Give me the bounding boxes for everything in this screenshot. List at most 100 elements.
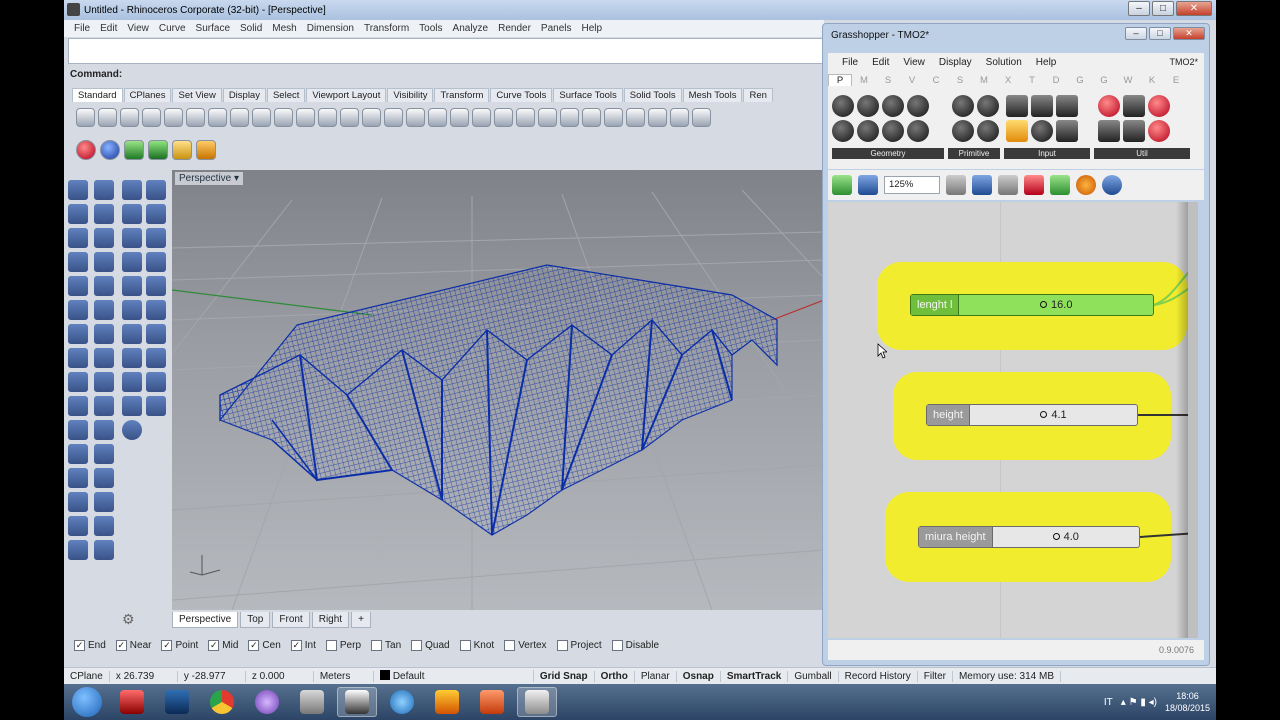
osnap-checkbox[interactable]: ✓ <box>161 639 173 651</box>
rectangle-icon[interactable] <box>94 252 114 272</box>
grid-array-icon[interactable] <box>68 516 88 536</box>
toggle-filter[interactable]: Filter <box>918 670 953 682</box>
gh-tab-6[interactable]: M <box>972 75 996 86</box>
bake-icon[interactable] <box>1024 175 1044 195</box>
panel-icon[interactable] <box>1006 95 1028 117</box>
shaded-preview-icon[interactable] <box>1076 175 1096 195</box>
lock-icon[interactable] <box>560 107 579 127</box>
toggle-icon[interactable] <box>1031 95 1053 117</box>
green-cube-icon[interactable] <box>148 140 168 160</box>
status-cplane[interactable]: CPlane <box>64 670 110 682</box>
toggle-gumball[interactable]: Gumball <box>788 670 839 682</box>
palette-label-primitive[interactable]: Primitive <box>948 148 1000 159</box>
environment-icon[interactable] <box>122 348 142 368</box>
menu-tools[interactable]: Tools <box>419 23 442 34</box>
import-icon[interactable] <box>164 107 183 127</box>
taskbar-chrome[interactable] <box>202 687 242 717</box>
flask-icon[interactable] <box>1148 120 1170 142</box>
osnap-int[interactable]: ✓ Int <box>290 639 316 651</box>
clock[interactable]: 18:06 18/08/2015 <box>1165 690 1210 714</box>
trim-icon[interactable] <box>68 396 88 416</box>
gh-tab-9[interactable]: D <box>1044 75 1068 86</box>
gh-menu-file[interactable]: File <box>842 57 858 68</box>
tab-solid-tools[interactable]: Solid Tools <box>623 88 682 102</box>
polygon-icon[interactable] <box>68 252 88 272</box>
osnap-checkbox[interactable]: ✓ <box>74 639 85 651</box>
status-layer[interactable]: Default <box>374 670 534 682</box>
zoom-window-icon[interactable] <box>362 107 381 127</box>
osnap-disable[interactable]: Disable <box>611 639 659 651</box>
osnap-vertex[interactable]: Vertex <box>504 639 547 651</box>
tab-standard[interactable]: Standard <box>72 88 123 102</box>
mirror-icon[interactable] <box>68 492 88 512</box>
viewport-tab-front[interactable]: Front <box>272 612 310 628</box>
palette-label-util[interactable]: Util <box>1094 148 1190 159</box>
tab-transform[interactable]: Transform <box>434 88 490 102</box>
menu-curve[interactable]: Curve <box>159 23 186 34</box>
text-param-icon[interactable] <box>977 120 999 142</box>
analyze-icon[interactable] <box>68 540 88 560</box>
toggle-osnap[interactable]: Osnap <box>677 670 721 682</box>
open-folder-icon[interactable] <box>98 107 117 127</box>
print-icon[interactable] <box>142 107 161 127</box>
canvas-scrollbar[interactable] <box>1188 202 1198 638</box>
osnap-mid[interactable]: ✓ Mid <box>208 639 238 651</box>
gear-icon[interactable]: ⚙ <box>122 611 135 628</box>
ellipse-icon[interactable] <box>94 228 114 248</box>
value-list-icon[interactable] <box>1056 120 1078 142</box>
slider-icon[interactable] <box>1006 120 1028 142</box>
layer-icon[interactable] <box>582 107 601 127</box>
zoom-extents-icon[interactable] <box>946 175 966 195</box>
dots-icon[interactable] <box>146 396 166 416</box>
osnap-near[interactable]: ✓ Near <box>115 639 151 651</box>
tab-select[interactable]: Select <box>266 88 306 102</box>
paste-icon[interactable] <box>230 107 249 127</box>
taskbar-photoshop[interactable] <box>157 687 197 717</box>
viewport-tab-perspective[interactable]: Perspective <box>172 612 239 628</box>
taskbar-bolt-app[interactable] <box>427 687 467 717</box>
circle-icon[interactable] <box>68 228 88 248</box>
line-param-icon[interactable] <box>832 120 854 142</box>
contour-icon[interactable] <box>146 276 166 296</box>
display-mode-icon[interactable] <box>1102 175 1122 195</box>
menu-view[interactable]: View <box>127 23 149 34</box>
offset-icon[interactable] <box>68 300 88 320</box>
viewport-grid-icon[interactable] <box>450 107 469 127</box>
undo-view-icon[interactable] <box>428 107 447 127</box>
gh-minimize-button[interactable]: – <box>1125 27 1147 40</box>
palette-label-geometry[interactable]: Geometry <box>832 148 944 159</box>
gh-menu-view[interactable]: View <box>903 57 925 68</box>
cluster-icon[interactable] <box>1098 120 1120 142</box>
galapagos-icon[interactable] <box>1148 95 1170 117</box>
align-icon[interactable] <box>94 516 114 536</box>
taskbar-grasshopper[interactable] <box>337 687 377 717</box>
split-icon[interactable] <box>94 396 114 416</box>
osnap-checkbox[interactable]: ✓ <box>290 639 302 651</box>
warning-cone-icon[interactable] <box>196 140 216 160</box>
green-gem-icon[interactable] <box>124 140 144 160</box>
menu-dimension[interactable]: Dimension <box>307 23 354 34</box>
osnap-checkbox[interactable] <box>556 639 568 651</box>
new-file-icon[interactable] <box>76 107 95 127</box>
tab-visibility[interactable]: Visibility <box>387 88 434 102</box>
osnap-project[interactable]: Project <box>556 639 602 651</box>
boolean-param-icon[interactable] <box>952 120 974 142</box>
tab-display[interactable]: Display <box>222 88 266 102</box>
save-icon[interactable] <box>120 107 139 127</box>
gumball-icon[interactable] <box>68 468 88 488</box>
extrude-icon[interactable] <box>68 324 88 344</box>
language-indicator[interactable]: IT <box>1104 697 1113 708</box>
osnap-checkbox[interactable]: ✓ <box>115 639 127 651</box>
button-icon[interactable] <box>1056 95 1078 117</box>
osnap-end[interactable]: ✓ End <box>74 639 106 651</box>
brep-param-icon[interactable] <box>857 120 879 142</box>
osnap-checkbox[interactable] <box>611 639 623 651</box>
gh-tab-2[interactable]: S <box>876 75 900 86</box>
preview-eye-icon[interactable] <box>972 175 992 195</box>
taskbar-recorder[interactable] <box>517 687 557 717</box>
geometry-param-icon[interactable] <box>907 120 929 142</box>
zoom-icon[interactable] <box>340 107 359 127</box>
osnap-checkbox[interactable]: ✓ <box>248 639 260 651</box>
scale-icon[interactable] <box>94 492 114 512</box>
osnap-point[interactable]: ✓ Point <box>161 639 198 651</box>
